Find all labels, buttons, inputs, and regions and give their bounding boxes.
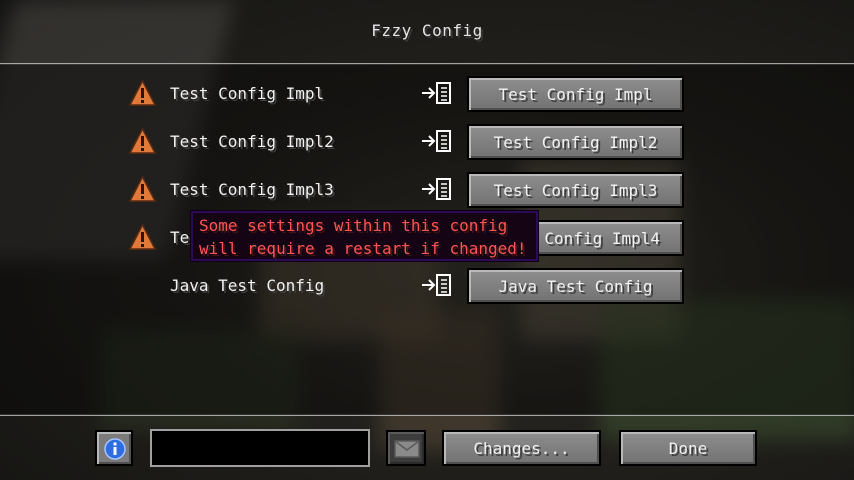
info-button[interactable] [95, 430, 133, 466]
header: Fzzy Config [0, 0, 854, 64]
info-icon [104, 438, 126, 460]
config-label: Test Config Impl [170, 84, 325, 103]
warning-icon [129, 128, 156, 154]
warning-icon [129, 80, 156, 106]
config-label: Te [170, 228, 190, 247]
config-label: Test Config Impl2 [170, 132, 334, 151]
open-config-button[interactable]: Java Test Config [467, 268, 684, 304]
open-config-button[interactable]: Test Config Impl2 [467, 124, 684, 160]
config-row: Java Test Config Java Test Config [0, 268, 854, 304]
screen-title: Fzzy Config [371, 21, 483, 40]
config-row: Test Config Impl Test Config Impl [0, 76, 854, 112]
config-row: Test Config Impl2 Test Config Impl2 [0, 124, 854, 160]
go-to-config-icon[interactable] [420, 80, 454, 106]
restart-warning-tooltip: Some settings within this config will re… [190, 210, 539, 262]
go-to-config-icon[interactable] [420, 176, 454, 202]
config-row: Test Config Impl3 Test Config Impl3 [0, 172, 854, 208]
tooltip-line: will require a restart if changed! [199, 239, 527, 258]
open-config-button[interactable]: Test Config Impl [467, 76, 684, 112]
warning-icon [129, 224, 156, 250]
warning-icon [129, 176, 156, 202]
mail-button[interactable] [386, 430, 426, 466]
done-button[interactable]: Done [619, 430, 757, 466]
mail-icon [394, 440, 420, 458]
changes-button[interactable]: Changes... [442, 430, 601, 466]
config-label: Test Config Impl3 [170, 180, 334, 199]
open-config-button[interactable]: Test Config Impl3 [467, 172, 684, 208]
go-to-config-icon[interactable] [420, 272, 454, 298]
config-label: Java Test Config [170, 276, 325, 295]
tooltip-line: Some settings within this config [199, 216, 508, 235]
go-to-config-icon[interactable] [420, 128, 454, 154]
search-input[interactable] [150, 429, 370, 467]
